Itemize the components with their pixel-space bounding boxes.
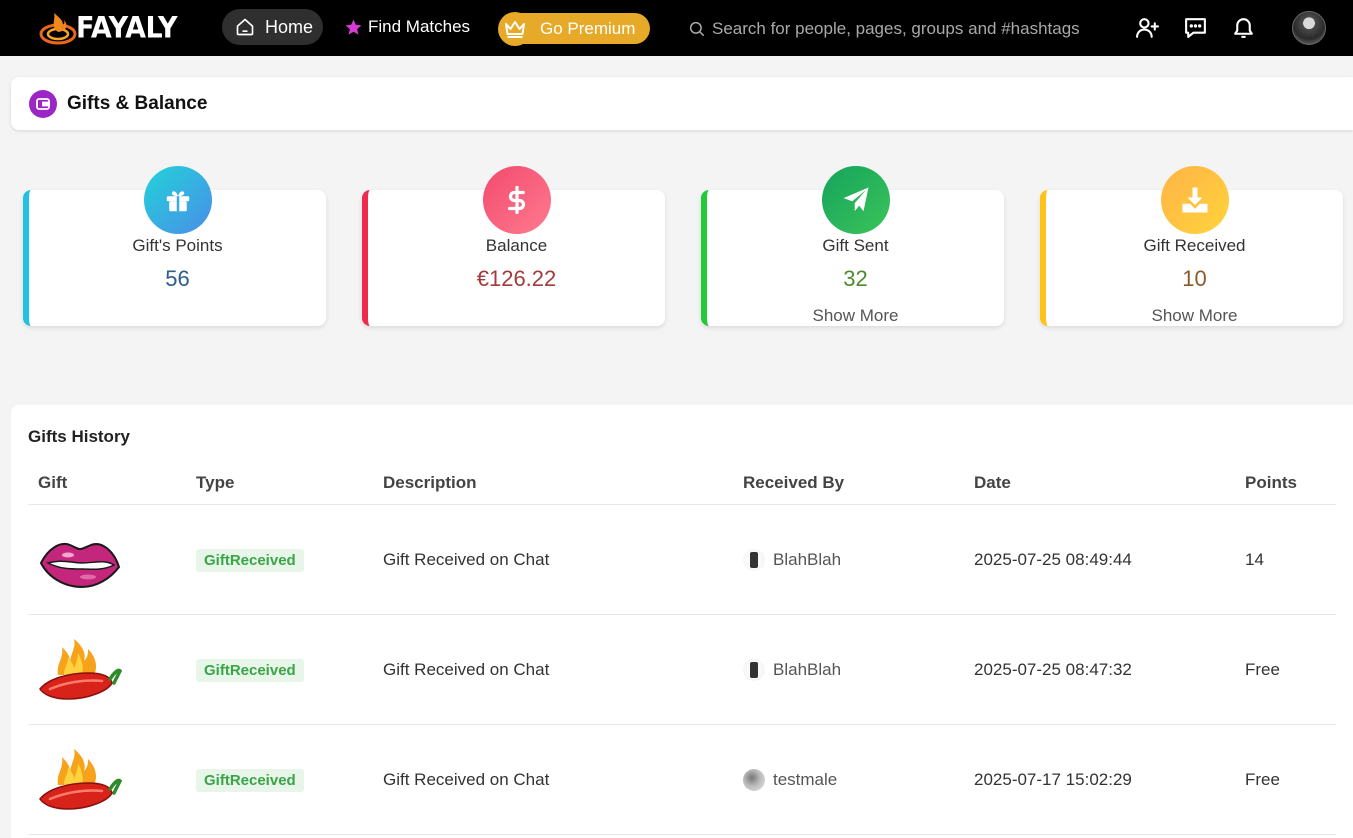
balance-label: Balance [485, 236, 548, 255]
add-friend-icon[interactable] [1133, 13, 1161, 41]
hot-pepper-gift-icon [39, 639, 122, 700]
balance-card: Balance €126.22 [362, 166, 665, 326]
gift-points-card: Gift's Points 56 [23, 166, 326, 326]
flame-logo-icon [39, 13, 77, 45]
date-cell: 2025-07-17 15:02:29 [974, 770, 1132, 789]
column-header-date: Date [974, 473, 1011, 492]
user-avatar-small [743, 769, 765, 791]
table-row: GiftReceived Gift Received on Chat testm… [11, 725, 1353, 835]
gift-sent-label: Gift Sent [822, 236, 889, 255]
logo-text: FAYALY [76, 11, 178, 45]
gift-received-card: Gift Received 10 Show More [1040, 166, 1343, 326]
table-row: GiftReceived Gift Received on Chat BlahB… [11, 505, 1353, 615]
table-row: GiftReceived Gift Received on Chat BlahB… [11, 615, 1353, 725]
crown-icon [498, 11, 532, 46]
type-badge: GiftReceived [196, 658, 304, 682]
column-header-gift: Gift [38, 473, 68, 492]
description-cell: Gift Received on Chat [383, 770, 550, 789]
dollar-icon [482, 166, 551, 234]
download-icon [1160, 166, 1229, 234]
received-by-cell[interactable]: BlahBlah [743, 615, 841, 725]
points-cell: 14 [1245, 550, 1264, 569]
gift-received-show-more[interactable]: Show More [1046, 306, 1343, 326]
nav-home-button[interactable]: Home [222, 9, 323, 45]
column-header-points: Points [1245, 473, 1297, 492]
go-premium-label: Go Premium [540, 18, 636, 38]
type-badge: GiftReceived [196, 548, 304, 572]
page-title: Gifts & Balance [67, 92, 208, 114]
search-bar[interactable] [688, 15, 1108, 43]
nav-find-matches-label: Find Matches [368, 17, 471, 36]
user-name: testmale [773, 770, 838, 789]
gift-icon [143, 166, 212, 234]
user-name: BlahBlah [773, 660, 842, 679]
user-avatar-small [743, 549, 765, 571]
gift-points-label: Gift's Points [132, 236, 223, 255]
gifts-history-title: Gifts History [28, 427, 131, 446]
user-name: BlahBlah [773, 550, 842, 569]
points-cell: Free [1245, 770, 1280, 789]
type-badge: GiftReceived [196, 768, 304, 792]
column-header-type: Type [196, 473, 235, 492]
home-icon [236, 18, 254, 36]
column-header-received-by: Received By [743, 473, 845, 492]
user-avatar[interactable] [1292, 11, 1326, 45]
nav-home-label: Home [265, 16, 314, 37]
go-premium-button[interactable]: Go Premium [498, 11, 650, 46]
balance-value: €126.22 [476, 266, 557, 291]
description-cell: Gift Received on Chat [383, 660, 550, 679]
search-input[interactable] [712, 19, 1102, 39]
gift-received-value: 10 [1182, 266, 1207, 291]
received-by-cell[interactable]: testmale [743, 725, 837, 835]
page-header: Gifts & Balance [11, 77, 1353, 130]
gifts-history-panel: Gifts History Gift Type Description Rece… [11, 405, 1353, 838]
search-icon [689, 21, 705, 37]
gift-received-label: Gift Received [1143, 236, 1246, 255]
column-header-description: Description [383, 473, 477, 492]
date-cell: 2025-07-25 08:47:32 [974, 660, 1132, 679]
messages-icon[interactable] [1181, 13, 1209, 41]
description-cell: Gift Received on Chat [383, 550, 550, 569]
received-by-cell[interactable]: BlahBlah [743, 505, 841, 615]
wallet-icon [29, 89, 57, 118]
star-icon [345, 19, 362, 35]
gift-sent-show-more[interactable]: Show More [707, 306, 1004, 326]
site-logo[interactable]: FAYALY [38, 10, 178, 46]
date-cell: 2025-07-25 08:49:44 [974, 550, 1132, 569]
user-avatar-small [743, 659, 765, 681]
lips-gift-icon [39, 543, 121, 589]
nav-find-matches[interactable]: Find Matches [344, 14, 470, 40]
hot-pepper-gift-icon [39, 749, 122, 810]
gift-sent-value: 32 [843, 266, 868, 291]
points-cell: Free [1245, 660, 1280, 679]
top-navbar: FAYALY Home Find Matches Go Premium [0, 0, 1353, 56]
row-divider [28, 834, 1336, 835]
gift-sent-card: Gift Sent 32 Show More [701, 166, 1004, 326]
gift-points-value: 56 [165, 266, 190, 291]
notifications-icon[interactable] [1229, 13, 1257, 41]
paper-plane-icon [821, 166, 890, 234]
